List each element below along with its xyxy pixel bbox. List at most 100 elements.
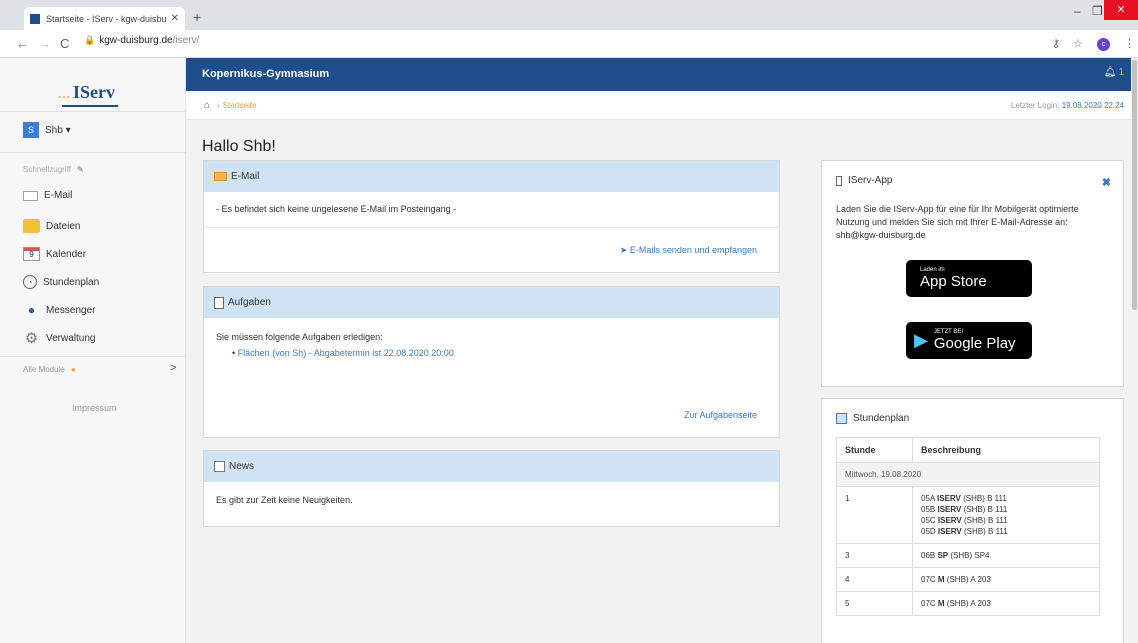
envelope-icon	[214, 172, 227, 181]
impressum-link[interactable]: Impressum	[72, 403, 117, 413]
profile-avatar[interactable]: c	[1097, 38, 1110, 51]
breadcrumb-bar: ⌂ › Startseite Letzter Login: 19.08.2020 2…	[186, 91, 1138, 120]
folder-icon	[23, 219, 40, 233]
lesson-line: 06B SP (SHB) SP4	[921, 551, 990, 560]
email-send-link[interactable]: ➤ E-Mails senden und empfangen	[620, 245, 757, 256]
day-row: Mittwoch, 19.08.2020	[836, 462, 1100, 487]
app-store-button[interactable]: Laden im App Store	[906, 260, 1032, 297]
iserv-app-card: IServ-App ✖ Laden Sie die IServ-App für …	[821, 160, 1124, 387]
key-icon[interactable]: ⚷	[1052, 37, 1060, 50]
new-tab-icon[interactable]: +	[193, 9, 201, 25]
gear-icon: ⚙	[24, 330, 39, 347]
tasks-page-link[interactable]: Zur Aufgabenseite	[684, 410, 757, 420]
restore-icon[interactable]: ❐	[1092, 4, 1103, 18]
news-card-header[interactable]: News	[204, 451, 779, 482]
breadcrumb: ⌂ › Startseite	[204, 100, 257, 111]
phone-icon	[836, 175, 842, 186]
back-icon[interactable]: ←	[16, 36, 29, 51]
table-row: 1 05A ISERV (SHB) B 111 05B ISERV (SHB) B …	[836, 486, 1100, 544]
lesson-line: 05A ISERV (SHB) B 111	[921, 494, 1007, 503]
task-link[interactable]: Flächen (von Sh) - Abgabetermin ist 22.0…	[238, 348, 454, 358]
tasks-card-header[interactable]: Aufgaben	[204, 287, 779, 318]
reload-icon[interactable]: C	[60, 36, 69, 51]
column-header: Beschreibung	[912, 437, 1100, 463]
timetable-table: Stunde Beschreibung Mittwoch, 19.08.2020…	[836, 437, 1100, 616]
url-path: /iserv/	[172, 35, 200, 46]
tab-close-icon[interactable]: ✕	[171, 13, 179, 24]
browser-tab[interactable]: Startseite - IServ - kgw-duisburg ✕	[24, 7, 185, 30]
lesson-description: 05A ISERV (SHB) B 111 05B ISERV (SHB) B 1…	[912, 486, 1100, 544]
user-menu[interactable]: S Shb ▾	[23, 122, 71, 138]
sidebar-item-label: Kalender	[46, 248, 87, 260]
lesson-line: 05B ISERV (SHB) B 111	[921, 505, 1008, 514]
main-content: Hallo Shb! E-Mail - Es befindet sich kei…	[186, 120, 1138, 643]
lesson-hour: 3	[836, 543, 913, 568]
paper-plane-icon: ➤	[619, 245, 628, 255]
divider	[204, 227, 779, 228]
lesson-hour: 5	[836, 591, 913, 616]
sidebar-item-label: Stundenplan	[43, 276, 100, 288]
mail-icon	[23, 190, 38, 201]
browser-toolbar: ← → C 🔒 kgw-duisburg.de/iserv/ ⚷ ☆ c ⋮	[0, 30, 1138, 58]
sidebar-item-administration[interactable]: ⚙ Verwaltung	[23, 330, 96, 347]
forward-icon[interactable]: →	[38, 36, 51, 51]
user-avatar: S	[23, 122, 39, 138]
lesson-description: 07C M (SHB) A 203	[912, 567, 1100, 592]
app-card-text: Laden Sie die IServ-App für eine für Ihr…	[836, 204, 1079, 240]
table-row: 3 06B SP (SHB) SP4	[836, 543, 1100, 568]
calendar-icon	[836, 413, 847, 424]
logo-dots-icon: …	[58, 87, 71, 101]
edit-pencil-icon[interactable]: ✎	[77, 165, 84, 174]
column-header: Stunde	[836, 437, 913, 463]
divider	[0, 111, 186, 112]
sidebar-item-label: Messenger	[46, 304, 96, 316]
email-message: - Es befindet sich keine ungelesene E-Ma…	[216, 204, 457, 214]
scrollbar-thumb[interactable]	[1132, 60, 1137, 310]
sidebar-item-calendar[interactable]: 9 Kalender	[23, 247, 86, 261]
sidebar-item-messenger[interactable]: ● Messenger	[23, 303, 96, 317]
sidebar: … IServ S Shb ▾ Schnellzugriff ✎ E-Mail Da…	[0, 58, 186, 643]
calendar-icon: 9	[23, 247, 40, 261]
lesson-description: 06B SP (SHB) SP4	[912, 543, 1100, 568]
breadcrumb-current[interactable]: Startseite	[223, 101, 257, 110]
lesson-line: 05C ISERV (SHB) B 111	[921, 516, 1008, 525]
lesson-description: 07C M (SHB) A 203	[912, 591, 1100, 616]
sidebar-item-files[interactable]: Dateien	[23, 219, 80, 233]
last-login: Letzter Login: 19.08.2020 22:24	[1011, 101, 1124, 110]
all-modules-link[interactable]: Alle Module ●	[23, 365, 76, 374]
iserv-favicon-icon	[30, 13, 40, 24]
close-icon[interactable]: ✖	[1102, 176, 1111, 189]
lesson-line: 07C M (SHB) A 203	[921, 575, 991, 584]
divider	[0, 152, 186, 153]
sidebar-item-timetable[interactable]: ◔ Stundenplan	[23, 275, 99, 289]
window-close-icon[interactable]: ✕	[1104, 0, 1138, 20]
chevron-right-icon[interactable]: >	[170, 362, 176, 374]
bookmark-star-icon[interactable]: ☆	[1073, 37, 1083, 50]
home-icon[interactable]: ⌂	[204, 100, 210, 111]
school-name[interactable]: Kopernikus-Gymnasium	[202, 68, 329, 80]
sidebar-item-label: E-Mail	[44, 190, 73, 201]
page-title: Hallo Shb!	[202, 138, 276, 155]
bell-icon: 🔔︎	[1103, 67, 1117, 78]
tasks-intro: Sie müssen folgende Aufgaben erledigen:	[216, 332, 383, 342]
clock-icon: ◔	[23, 275, 37, 289]
breadcrumb-separator: ›	[217, 101, 220, 110]
menu-icon[interactable]: ⋮	[1124, 37, 1135, 50]
url-host: kgw-duisburg.de	[99, 35, 173, 46]
minimize-icon[interactable]: –	[1074, 4, 1081, 18]
app-card-title: IServ-App	[836, 175, 892, 186]
lesson-line: 05D ISERV (SHB) B 111	[921, 527, 1008, 536]
sidebar-item-label: Dateien	[46, 220, 81, 232]
address-bar[interactable]: 🔒 kgw-duisburg.de/iserv/	[84, 35, 199, 46]
iserv-logo[interactable]: … IServ	[58, 82, 115, 103]
browser-tabstrip: Startseite - IServ - kgw-duisburg ✕ + – …	[0, 0, 1138, 30]
sidebar-item-email[interactable]: E-Mail	[23, 190, 72, 201]
last-login-date[interactable]: 19.08.2020 22:24	[1062, 101, 1124, 110]
lesson-hour: 1	[836, 486, 913, 544]
user-name: Shb ▾	[45, 124, 71, 136]
logo-underline	[62, 105, 118, 107]
google-play-button[interactable]: ▶ JETZT BEI Google Play	[906, 322, 1032, 359]
notifications-button[interactable]: 🔔︎ 1	[1104, 67, 1124, 78]
timetable-title: Stundenplan	[836, 413, 909, 424]
email-card-header[interactable]: E-Mail	[204, 161, 779, 192]
